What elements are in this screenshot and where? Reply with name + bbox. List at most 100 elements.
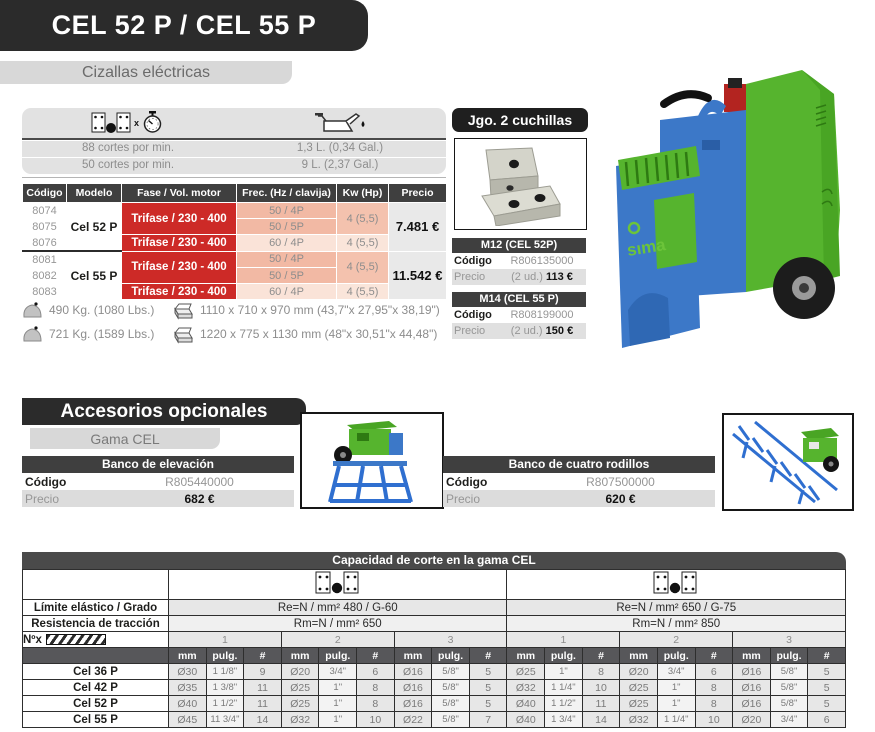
page-subtitle: Cizallas eléctricas (0, 61, 292, 84)
spec-header-row: Código Modelo Fase / Vol. motor Frec. (H… (23, 184, 447, 203)
capacity-cell: 10 (582, 680, 620, 696)
capacity-cell: Ø45 (169, 712, 207, 728)
unit-header-row: mmpulg.# mmpulg.# mmpulg.# mmpulg.# mmpu… (23, 648, 846, 664)
codigo-label: Código (452, 309, 498, 321)
fuel-capacity-icon (234, 111, 446, 135)
codigo-cell: 8082 (23, 268, 67, 284)
blade-codigo-row: Código R808199000 (452, 307, 586, 323)
unit-number: # (695, 648, 733, 664)
unit-mm: mm (507, 648, 545, 664)
blade-name: M12 (CEL 52P) (452, 238, 586, 253)
capacity-cell: 1 3/8" (206, 680, 244, 696)
capacity-cell: Ø16 (733, 664, 771, 680)
col-frec: Frec. (Hz / clavija) (237, 184, 337, 203)
separator-line (22, 177, 446, 178)
capacity-row-cel42p: Cel 42 P Ø351 3/8"11 Ø251"8 Ø165/8"5 Ø32… (23, 680, 846, 696)
capacity-cell: Ø22 (394, 712, 432, 728)
capacity-cell: 1" (319, 696, 357, 712)
spec-row: 8081 Cel 55 P Trifase / 230 - 400 50 / 4… (23, 251, 447, 268)
empty-cell (23, 648, 169, 664)
capacity-cell: Ø32 (281, 712, 319, 728)
capacity-cell: 5 (469, 696, 507, 712)
capacity-cell: Ø16 (394, 680, 432, 696)
accessory-image-elevacion (300, 412, 444, 509)
precio-value: (2 ud.) 113 € (498, 271, 586, 283)
capacity-cell: Ø40 (507, 696, 545, 712)
spec-table: Código Modelo Fase / Vol. motor Frec. (H… (22, 183, 447, 300)
capacity-cell: 5/8" (770, 680, 808, 696)
precio-value: 682 € (105, 492, 294, 506)
capacity-cell: 8 (695, 680, 733, 696)
unit-mm: mm (394, 648, 432, 664)
unit-mm: mm (281, 648, 319, 664)
blades-title-text: Jgo. 2 cuchillas (468, 112, 572, 128)
capacity-cell: 1" (657, 680, 695, 696)
weight-icon (22, 301, 43, 319)
machine-icons-row (23, 570, 846, 600)
fuel-value: 1,3 L. (0,34 Gal.) (234, 141, 446, 157)
cutting-table: Límite elástico / Grado Re=N / mm² 480 /… (22, 569, 846, 728)
capacity-cell: Ø25 (620, 696, 658, 712)
capacity-cell: Ø32 (620, 712, 658, 728)
capacity-cell: 1" (657, 696, 695, 712)
capacity-cell: Ø25 (281, 696, 319, 712)
weight-value: 490 Kg. (1080 Lbs.) (49, 303, 171, 317)
svg-text:x: x (134, 118, 139, 128)
capacity-cell: 3/4" (770, 712, 808, 728)
capacity-cell: 5/8" (770, 696, 808, 712)
blade-card-m12: M12 (CEL 52P) Código R806135000 Precio (… (452, 238, 586, 285)
capacity-cell: 7 (469, 712, 507, 728)
group-number: 3 (733, 632, 846, 648)
precio-label: Precio (452, 271, 498, 283)
capacity-cell: 1 1/2" (206, 696, 244, 712)
capacity-cell: Ø16 (394, 664, 432, 680)
accessories-title-text: Accesorios opcionales (61, 401, 268, 423)
fase-cell: Trifase / 230 - 400 (122, 235, 237, 252)
capacity-cell: 5/8" (432, 680, 470, 696)
capacity-cell: 5/8" (432, 712, 470, 728)
accessories-title: Accesorios opcionales (22, 398, 306, 425)
accessory-precio-row: Precio 682 € (22, 490, 294, 507)
codigo-value: R807500000 (526, 475, 715, 489)
accessories-subtitle-text: Gama CEL (90, 431, 159, 447)
frec-cell: 50 / 4P (237, 251, 337, 268)
capacity-cell: 1 1/8" (206, 664, 244, 680)
capacity-cell: 8 (357, 680, 395, 696)
codigo-cell: 8075 (23, 219, 67, 235)
capacity-cell: 14 (244, 712, 282, 728)
kw-cell: 4 (5,5) (337, 251, 389, 284)
capacity-cell: 8 (357, 696, 395, 712)
frec-cell: 50 / 5P (237, 219, 337, 235)
capacity-cell: 5 (469, 664, 507, 680)
performance-table-header: x (22, 108, 446, 140)
capacity-cell: Ø20 (733, 712, 771, 728)
capacity-cell: 1" (319, 712, 357, 728)
precio-value: (2 ud.) 150 € (498, 325, 586, 337)
model-label: Cel 55 P (23, 712, 169, 728)
unit-pulg: pulg. (206, 648, 244, 664)
precio-label: Precio (443, 492, 526, 506)
frec-cell: 60 / 4P (237, 235, 337, 252)
capacity-row-cel36p: Cel 36 P Ø301 1/8"9 Ø203/4"6 Ø165/8"5 Ø2… (23, 664, 846, 680)
capacity-cell: 5/8" (770, 664, 808, 680)
capacity-cell: 8 (582, 664, 620, 680)
cutting-table-title: Capacidad de corte en la gama CEL (22, 552, 846, 569)
blades-title: Jgo. 2 cuchillas (452, 108, 588, 132)
accessory-codigo-row: Código R805440000 (22, 473, 294, 490)
performance-row: 50 cortes por min. 9 L. (2,37 Gal.) (22, 157, 446, 174)
fase-cell: Trifase / 230 - 400 (122, 203, 237, 235)
blade-precio-row: Precio (2 ud.) 150 € (452, 323, 586, 339)
precio-label: Precio (22, 492, 105, 506)
accessory-name: Banco de elevación (22, 456, 294, 473)
weight-value: 721 Kg. (1589 Lbs.) (49, 327, 171, 341)
page-subtitle-text: Cizallas eléctricas (82, 64, 210, 82)
group-number: 2 (281, 632, 394, 648)
tensile-strength-value: Rm=N / mm² 850 (507, 616, 846, 632)
unit-number: # (808, 648, 846, 664)
codigo-cell: 8076 (23, 235, 67, 252)
kw-cell: 4 (5,5) (337, 235, 389, 252)
precio-value: 620 € (526, 492, 715, 506)
weight-icon (22, 325, 43, 343)
codigo-label: Código (443, 475, 526, 489)
capacity-cell: 11 (582, 696, 620, 712)
